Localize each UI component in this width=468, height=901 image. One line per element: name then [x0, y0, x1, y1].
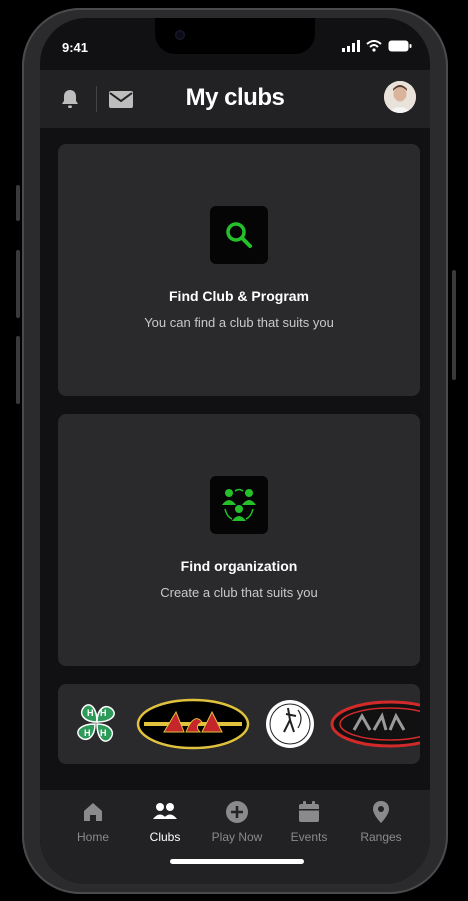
avatar[interactable]	[384, 81, 416, 113]
calendar-icon	[299, 801, 319, 822]
tab-label: Home	[76, 830, 109, 844]
plus-circle-icon	[226, 801, 248, 823]
home-indicator[interactable]	[170, 859, 304, 864]
page-title: My clubs	[185, 84, 285, 111]
find-organization-card[interactable]: Find organization Create a club that sui…	[58, 414, 420, 666]
svg-text:H: H	[100, 728, 107, 738]
phone-side-button	[16, 250, 20, 318]
phone-side-button	[16, 336, 20, 404]
group-icon	[222, 488, 256, 521]
search-icon-tile	[210, 206, 268, 264]
find-club-card[interactable]: Find Club & Program You can find a club …	[58, 144, 420, 396]
app-header: My clubs	[40, 70, 430, 128]
avatar-image	[384, 81, 416, 113]
camera	[175, 30, 185, 40]
svg-text:H: H	[87, 708, 94, 718]
signal-icon	[342, 40, 360, 52]
red-oval-logo[interactable]	[330, 698, 420, 750]
tab-clubs[interactable]: Clubs	[129, 800, 201, 844]
status-icons	[342, 40, 412, 52]
svg-text:H: H	[84, 728, 91, 738]
card-title: Find organization	[180, 558, 298, 574]
tab-bar: Home Clubs Play Now Events Ranges	[40, 790, 430, 884]
organization-logos-strip[interactable]: HHHH	[58, 684, 420, 764]
tab-events[interactable]: Events	[273, 800, 345, 844]
tab-play-now[interactable]: Play Now	[201, 800, 273, 844]
notch	[155, 18, 315, 54]
circle-archer-logo[interactable]	[264, 698, 316, 750]
search-icon	[226, 222, 252, 248]
phone-side-button	[16, 185, 20, 221]
tab-home[interactable]: Home	[57, 800, 129, 844]
svg-text:H: H	[100, 708, 107, 718]
battery-icon	[388, 40, 412, 52]
tab-ranges[interactable]: Ranges	[345, 800, 417, 844]
tab-label: Ranges	[360, 830, 402, 844]
asa-logo[interactable]	[136, 698, 250, 750]
people-icon	[153, 803, 177, 819]
pin-icon	[373, 801, 389, 823]
4h-clover-logo[interactable]: H HHH	[70, 696, 124, 750]
card-subtitle: You can find a club that suits you	[144, 315, 334, 330]
tab-label: Events	[290, 830, 328, 844]
card-title: Find Club & Program	[169, 288, 309, 304]
screen: 9:41 My clubs Find Club & Program You ca…	[40, 18, 430, 884]
group-icon-tile	[210, 476, 268, 534]
tab-label: Play Now	[211, 830, 263, 844]
home-icon	[84, 803, 102, 821]
phone-power-button	[452, 270, 456, 380]
card-subtitle: Create a club that suits you	[160, 585, 318, 600]
wifi-icon	[366, 40, 382, 52]
status-time: 9:41	[62, 40, 89, 55]
tab-label: Clubs	[149, 830, 181, 844]
